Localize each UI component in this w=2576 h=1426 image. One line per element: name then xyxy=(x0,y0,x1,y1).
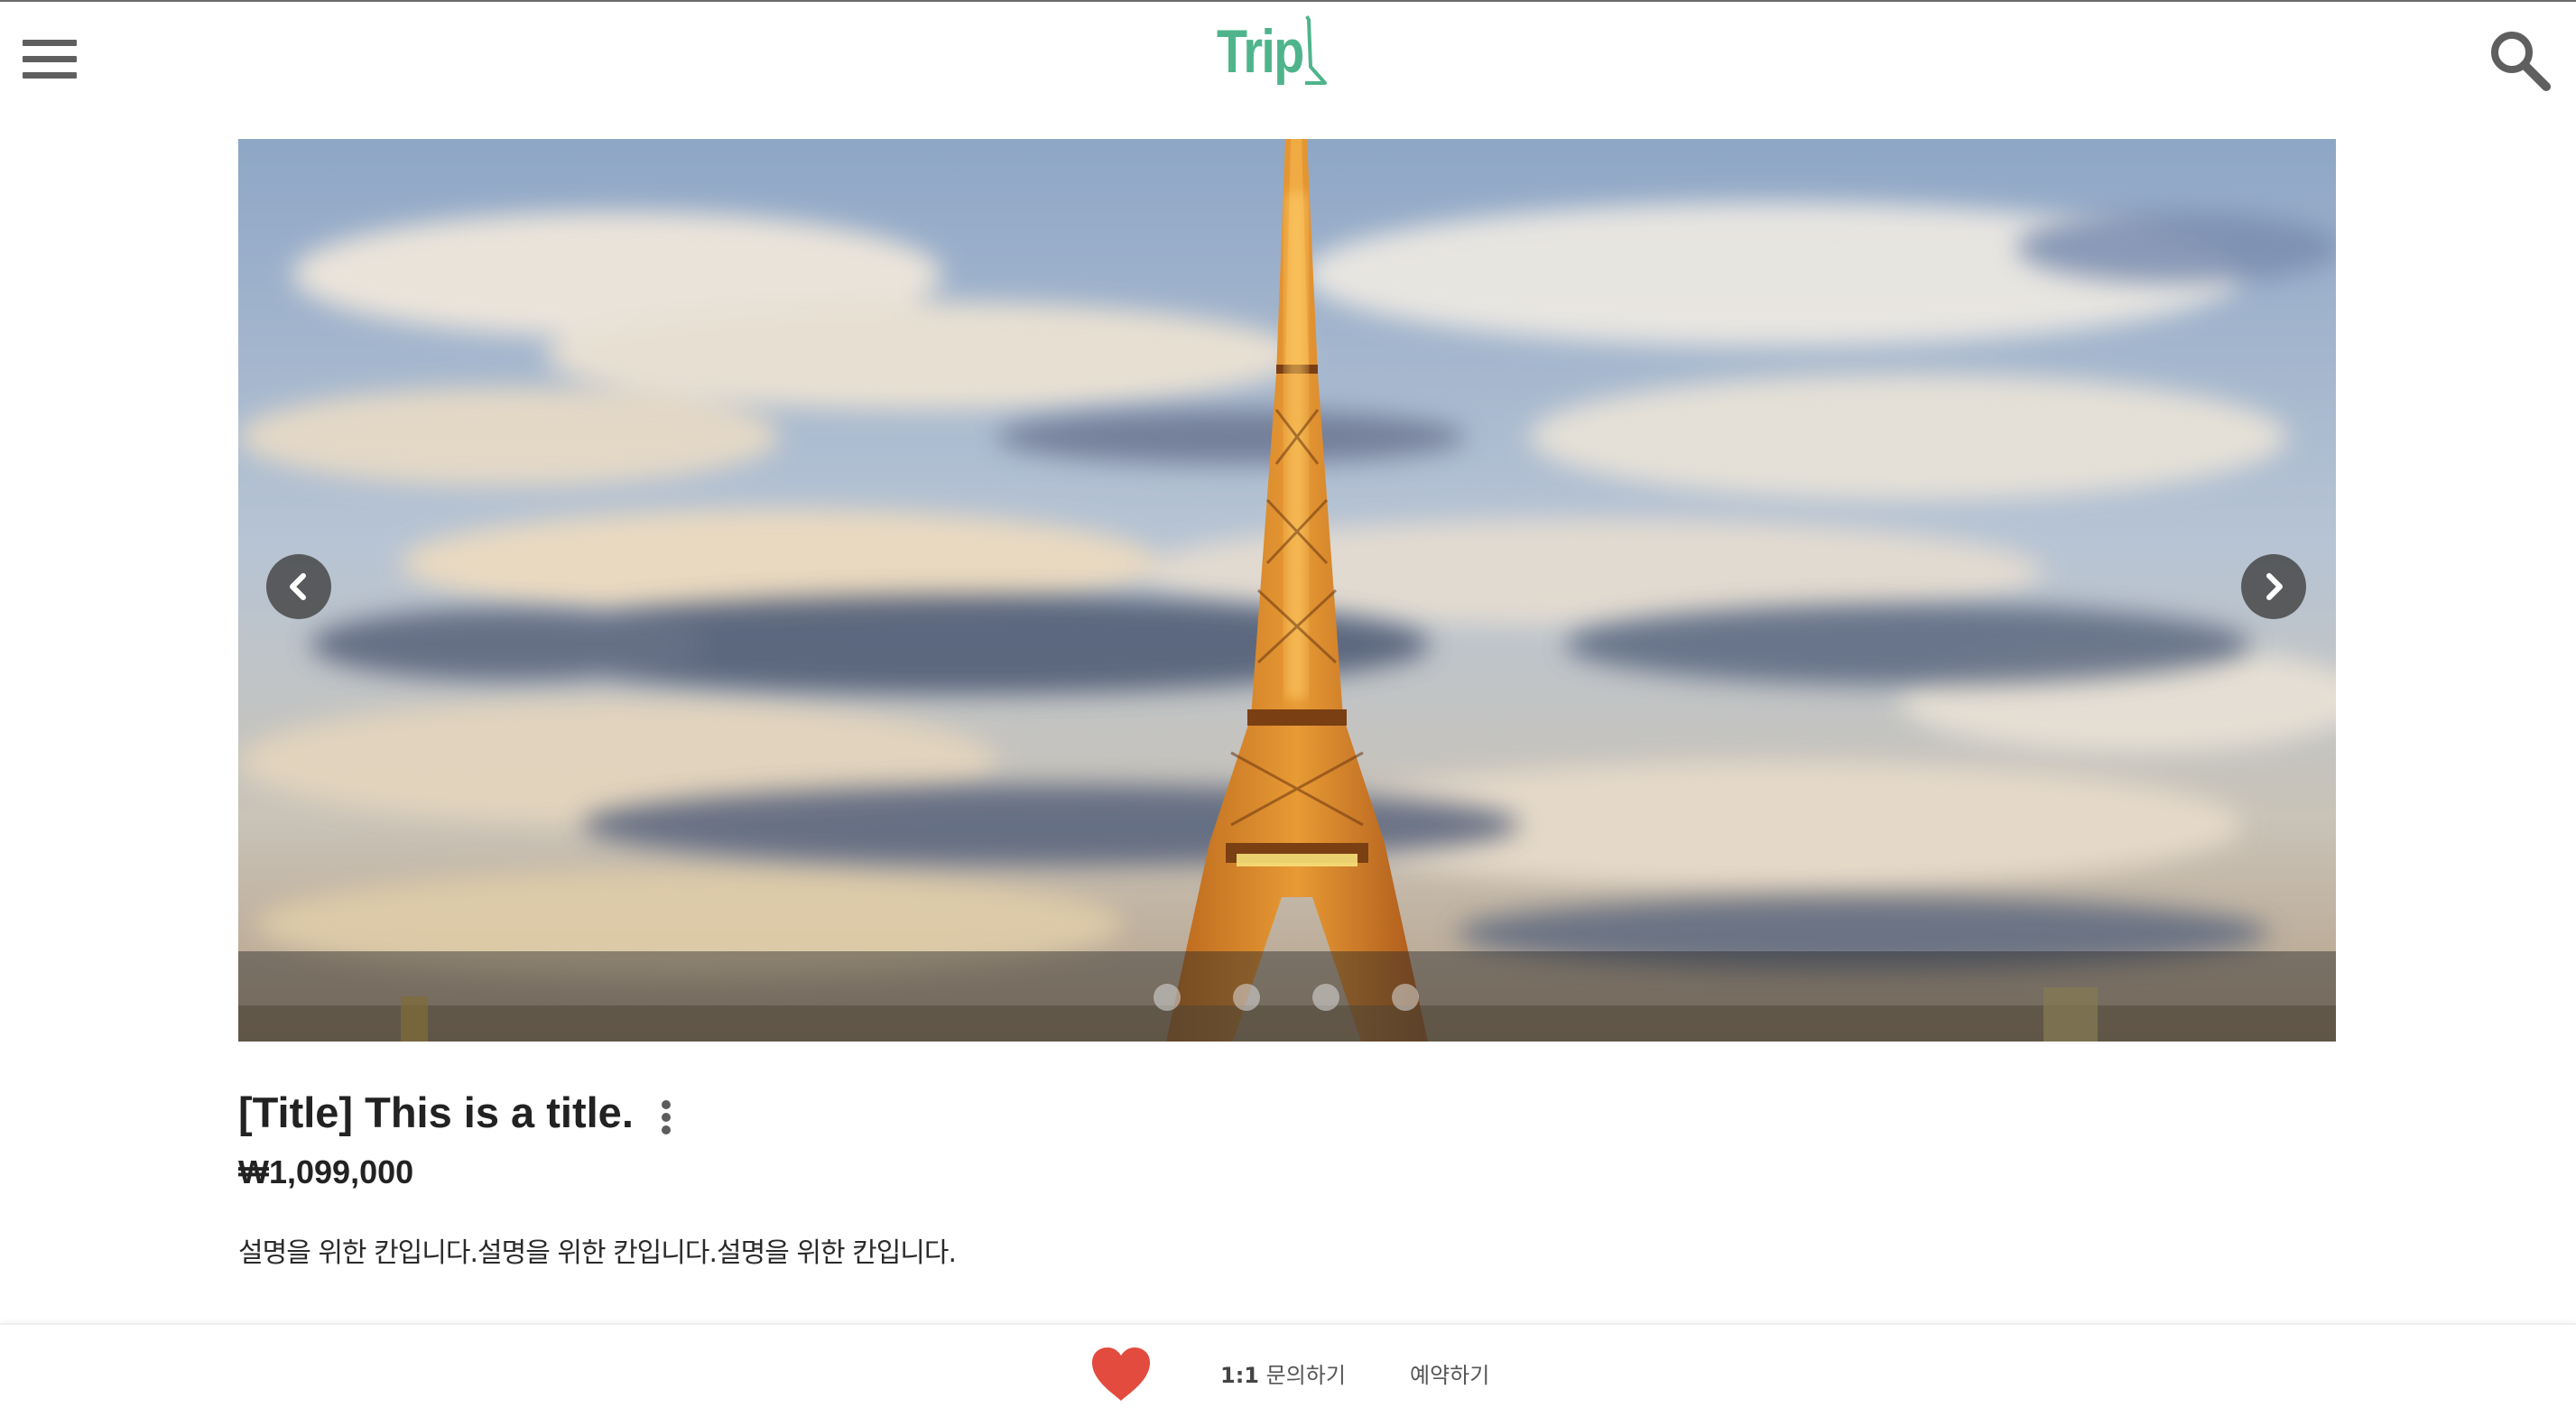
carousel-dot-1[interactable] xyxy=(1154,984,1181,1011)
inquiry-prefix: 1:1 xyxy=(1220,1363,1259,1388)
heart-icon xyxy=(1092,1347,1150,1401)
app-logo[interactable]: Trip xyxy=(1217,11,1327,92)
hamburger-menu-icon xyxy=(23,40,77,46)
carousel-next-button[interactable] xyxy=(2241,554,2306,619)
reserve-button[interactable]: 예약하기 xyxy=(1410,1356,1489,1395)
chevron-right-icon xyxy=(2266,573,2283,600)
image-carousel[interactable] xyxy=(238,139,2336,1042)
logo-text: Trip xyxy=(1217,17,1304,86)
title-row: [Title] This is a title. xyxy=(238,1081,634,1144)
inquiry-button[interactable]: 1:1 문의하기 xyxy=(1220,1356,1346,1395)
product-price: ₩1,099,000 xyxy=(238,1153,414,1190)
inquiry-label: 문의하기 xyxy=(1265,1363,1346,1388)
chevron-left-icon xyxy=(290,573,306,600)
like-button[interactable] xyxy=(1089,1345,1154,1404)
product-title: [Title] This is a title. xyxy=(238,1088,634,1136)
app-header: Trip xyxy=(0,2,2576,119)
carousel-dot-3[interactable] xyxy=(1312,984,1339,1011)
carousel-indicator-bar xyxy=(238,951,2336,1042)
more-options-button[interactable] xyxy=(652,1096,681,1141)
carousel-dot-4[interactable] xyxy=(1392,984,1419,1011)
search-icon xyxy=(2491,32,2551,91)
logo-mark-icon xyxy=(1305,15,1327,85)
product-description: 설명을 위한 칸입니다.설명을 위한 칸입니다.설명을 위한 칸입니다. xyxy=(238,1237,957,1269)
more-vertical-icon xyxy=(662,1100,671,1109)
search-button[interactable] xyxy=(2487,27,2553,94)
carousel-dot-2[interactable] xyxy=(1233,984,1260,1011)
carousel-prev-button[interactable] xyxy=(266,554,331,619)
menu-button[interactable] xyxy=(18,32,81,87)
carousel-image xyxy=(238,139,2336,1042)
